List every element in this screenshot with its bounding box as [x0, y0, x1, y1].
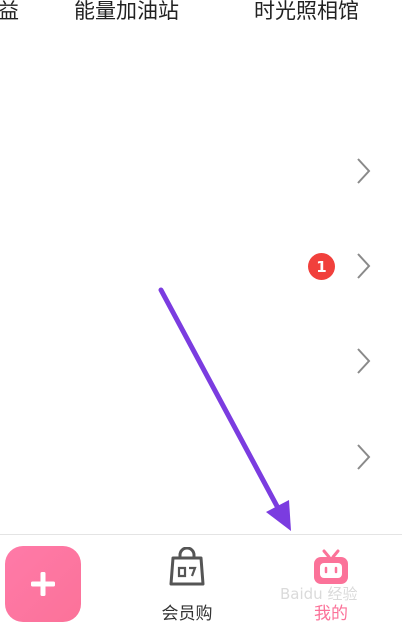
notification-badge: 1 [308, 253, 335, 280]
top-tab-2[interactable]: 能量加油站 [74, 0, 179, 25]
add-button[interactable] [5, 546, 81, 622]
nav-label-me: 我的 [314, 604, 348, 624]
nav-label-member-shop: 会员购 [161, 604, 213, 624]
list-row-3-chevron-icon[interactable] [350, 345, 374, 377]
list-row-1-chevron-icon[interactable] [350, 155, 374, 187]
shopping-bag-icon [169, 547, 205, 586]
top-tab-1[interactable]: 益 [0, 0, 19, 25]
plus-icon [31, 572, 55, 596]
list-row-4-chevron-icon[interactable] [350, 441, 374, 473]
watermark: Baidu 经验 [280, 585, 358, 603]
top-tab-strip: 益 能量加油站 时光照相馆 [0, 0, 402, 30]
list-row-2-chevron-icon[interactable] [350, 250, 374, 282]
top-tab-3[interactable]: 时光照相馆 [254, 0, 359, 25]
nav-item-member-shop[interactable]: 会员购 [142, 543, 232, 629]
